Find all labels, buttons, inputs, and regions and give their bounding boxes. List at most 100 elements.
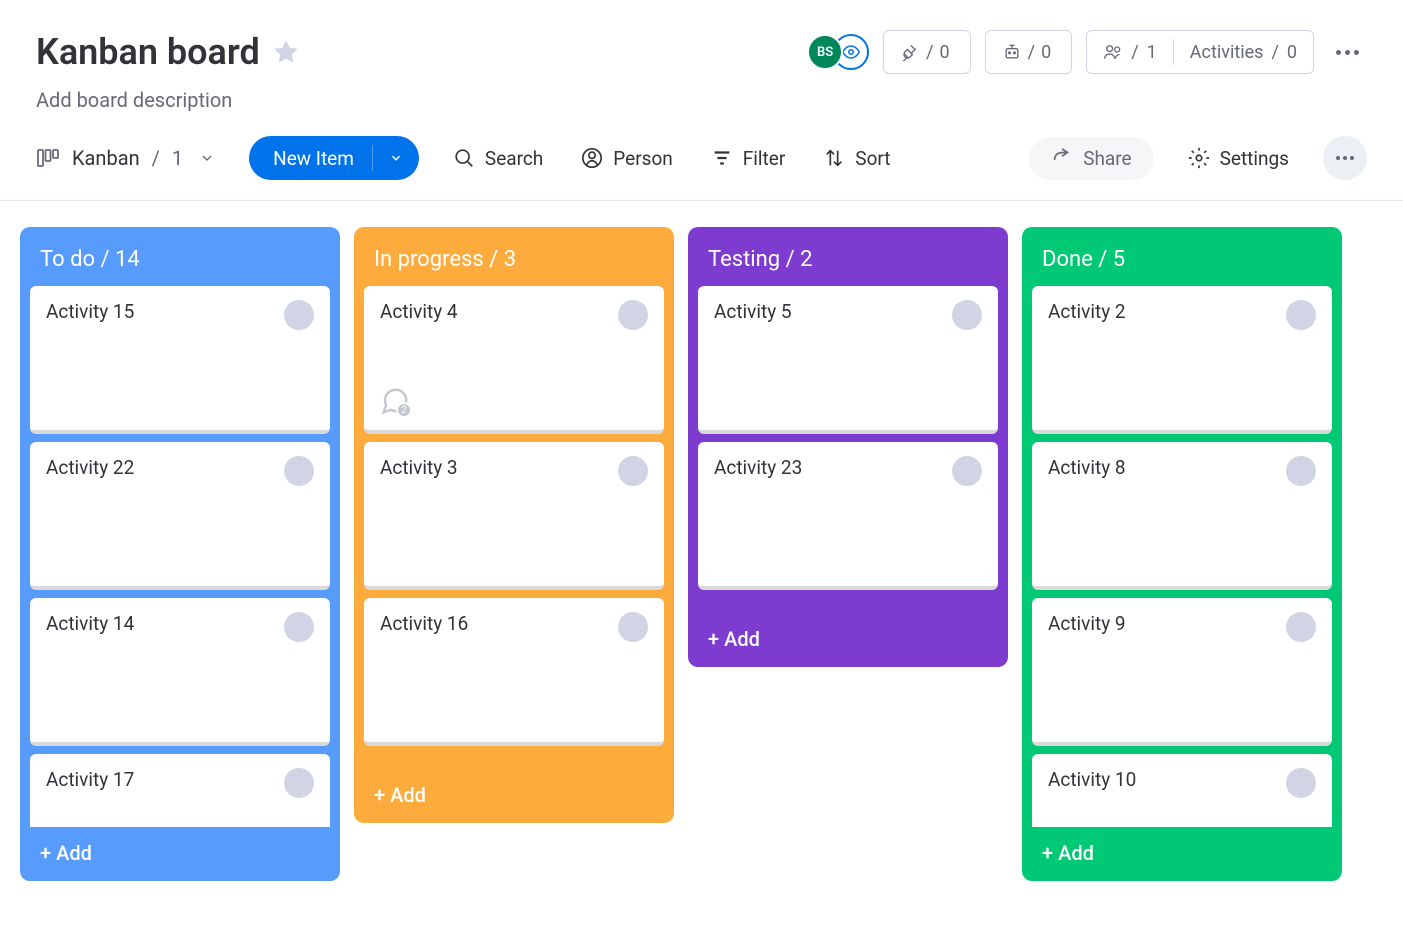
card[interactable]: Activity 23 — [698, 442, 998, 590]
avatar[interactable]: BS — [807, 34, 843, 70]
card[interactable]: Activity 10 — [1032, 754, 1332, 827]
card-top: Activity 3 — [380, 456, 648, 486]
view-count: 1 — [172, 146, 183, 170]
column-header[interactable]: Testing / 2 — [698, 237, 998, 286]
avatar[interactable] — [952, 300, 982, 330]
add-button[interactable]: + Add — [364, 769, 664, 813]
avatar[interactable] — [284, 456, 314, 486]
view-selector[interactable]: Kanban / 1 — [32, 140, 219, 176]
card[interactable]: Activity 22 — [30, 442, 330, 590]
add-button[interactable]: + Add — [30, 827, 330, 871]
person-button[interactable]: Person — [577, 139, 677, 178]
card-top: Activity 8 — [1048, 456, 1316, 486]
card[interactable]: Activity 5 — [698, 286, 998, 434]
add-button[interactable]: + Add — [1032, 827, 1332, 871]
card[interactable]: Activity 8 — [1032, 442, 1332, 590]
slash: / — [1131, 42, 1138, 63]
card[interactable]: Activity 4 2 — [364, 286, 664, 434]
activities-label: Activities — [1190, 42, 1264, 63]
people-section[interactable]: / 1 — [1087, 31, 1173, 73]
integrations-count: 0 — [940, 42, 950, 63]
new-item-dropdown[interactable] — [373, 151, 419, 165]
card-title: Activity 17 — [46, 768, 134, 791]
comment-count: 2 — [396, 402, 412, 418]
title-left: Kanban board — [36, 31, 300, 73]
add-button[interactable]: + Add — [698, 613, 998, 657]
avatar[interactable] — [618, 300, 648, 330]
card-top: Activity 5 — [714, 300, 982, 330]
share-icon — [1051, 147, 1073, 169]
card-top: Activity 23 — [714, 456, 982, 486]
person-label: Person — [613, 147, 673, 170]
avatar[interactable] — [618, 612, 648, 642]
card-top: Activity 22 — [46, 456, 314, 486]
sort-button[interactable]: Sort — [819, 139, 894, 178]
column-body[interactable]: Activity 15 Activity 22 Activity 14 Activit… — [30, 286, 330, 827]
avatar[interactable] — [1286, 300, 1316, 330]
search-label: Search — [485, 147, 543, 170]
card-title: Activity 23 — [714, 456, 802, 479]
search-button[interactable]: Search — [449, 139, 547, 178]
avatar[interactable] — [1286, 456, 1316, 486]
filter-icon — [711, 147, 733, 169]
card-title: Activity 4 — [380, 300, 458, 323]
integrations-pill[interactable]: / 0 — [883, 30, 971, 74]
card-title: Activity 10 — [1048, 768, 1136, 791]
toolbar-more-icon[interactable] — [1323, 136, 1367, 180]
card[interactable]: Activity 14 — [30, 598, 330, 746]
card[interactable]: Activity 2 — [1032, 286, 1332, 434]
toolbar: Kanban / 1 New Item Search Person Filter… — [0, 112, 1403, 201]
avatar[interactable] — [284, 768, 314, 798]
card-top: Activity 4 — [380, 300, 648, 330]
filter-label: Filter — [743, 147, 785, 170]
avatar[interactable] — [284, 612, 314, 642]
column-inprogress: In progress / 3 Activity 42Activity 3Act… — [354, 227, 674, 823]
chevron-down-icon — [199, 150, 215, 166]
share-button[interactable]: Share — [1029, 137, 1153, 180]
column-body[interactable]: Activity 5 Activity 23 — [698, 286, 998, 613]
card-top: Activity 15 — [46, 300, 314, 330]
activities-count: 0 — [1287, 42, 1297, 63]
board-area: To do / 14 Activity 15Activity 22Activit… — [0, 201, 1403, 901]
card[interactable]: Activity 17 — [30, 754, 330, 827]
star-icon[interactable] — [272, 38, 300, 66]
settings-button[interactable]: Settings — [1184, 139, 1293, 178]
column-header[interactable]: In progress / 3 — [364, 237, 664, 286]
slash: / — [1028, 42, 1035, 63]
sort-label: Sort — [855, 147, 890, 170]
column-done: Done / 5 Activity 2Activity 8Activity 9A… — [1022, 227, 1342, 881]
column-body[interactable]: Activity 4 2 Activity 3 Activity 16 — [364, 286, 664, 769]
board-description[interactable]: Add board description — [36, 88, 1367, 112]
avatar[interactable] — [284, 300, 314, 330]
card[interactable]: Activity 3 — [364, 442, 664, 590]
new-item-label: New Item — [249, 147, 372, 170]
more-menu-icon[interactable] — [1328, 42, 1367, 63]
column-header[interactable]: Done / 5 — [1032, 237, 1332, 286]
automations-pill[interactable]: / 0 — [985, 30, 1073, 74]
title-row: Kanban board BS / 0 / 0 — [36, 30, 1367, 74]
card[interactable]: Activity 9 — [1032, 598, 1332, 746]
people-activities-pill[interactable]: / 1 Activities / 0 — [1086, 30, 1314, 74]
settings-label: Settings — [1220, 147, 1289, 170]
new-item-button[interactable]: New Item — [249, 136, 419, 180]
card[interactable]: Activity 16 — [364, 598, 664, 746]
filter-button[interactable]: Filter — [707, 139, 789, 178]
card-title: Activity 8 — [1048, 456, 1126, 479]
column-body[interactable]: Activity 2 Activity 8 Activity 9 Activity 1… — [1032, 286, 1332, 827]
avatar[interactable] — [952, 456, 982, 486]
avatar[interactable] — [618, 456, 648, 486]
avatar[interactable] — [1286, 612, 1316, 642]
avatar-group[interactable]: BS — [807, 34, 869, 70]
activities-section[interactable]: Activities / 0 — [1174, 31, 1313, 73]
card-title: Activity 9 — [1048, 612, 1126, 635]
sort-icon — [823, 147, 845, 169]
card[interactable]: Activity 15 — [30, 286, 330, 434]
eye-icon — [842, 43, 860, 61]
card-top: Activity 17 — [46, 768, 314, 798]
title-right: BS / 0 / 0 / 1 — [807, 30, 1367, 74]
board-title[interactable]: Kanban board — [36, 31, 260, 73]
column-header[interactable]: To do / 14 — [30, 237, 330, 286]
comment-icon[interactable]: 2 — [380, 386, 410, 416]
avatar[interactable] — [1286, 768, 1316, 798]
card-title: Activity 2 — [1048, 300, 1126, 323]
